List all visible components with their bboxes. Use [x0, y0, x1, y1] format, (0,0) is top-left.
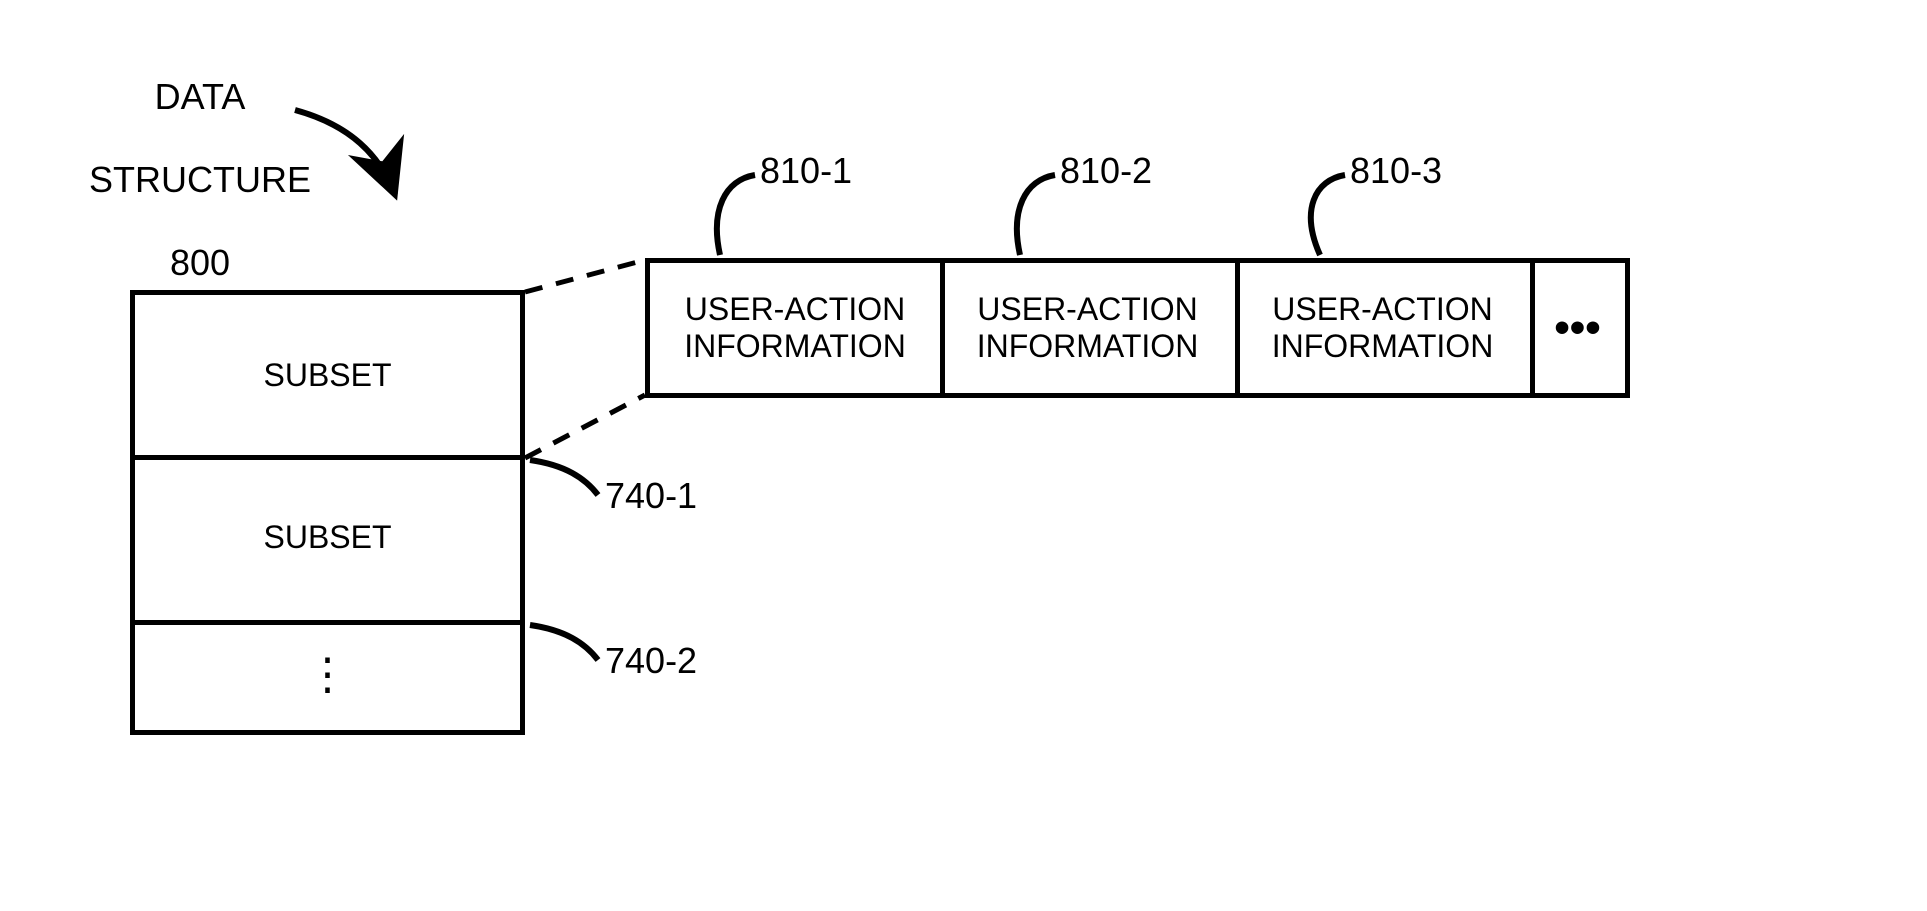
user-action-cell-1-label: USER-ACTION INFORMATION	[684, 291, 906, 365]
user-action-cell-more: •••	[1530, 258, 1630, 398]
title-line2: STRUCTURE	[89, 159, 311, 200]
user-action-cell-1: USER-ACTION INFORMATION	[645, 258, 945, 398]
subset-row-2: SUBSET	[130, 455, 525, 625]
leader-810-3	[1311, 175, 1345, 255]
leader-740-2	[530, 625, 598, 660]
leader-810-1	[717, 175, 755, 255]
title-line3: 800	[170, 242, 230, 283]
user-action-cell-2-label: USER-ACTION INFORMATION	[977, 291, 1199, 365]
title-label: DATA STRUCTURE 800	[40, 35, 320, 325]
user-action-cell-3-label: USER-ACTION INFORMATION	[1272, 291, 1494, 365]
diagram-stage: DATA STRUCTURE 800 SUBSET SUBSET ⋮ USER-…	[0, 0, 1927, 911]
leader-740-1	[530, 460, 598, 495]
ref-810-1: 810-1	[760, 150, 852, 191]
dashed-connector-top	[525, 260, 645, 292]
horizontal-ellipsis-icon: •••	[1554, 303, 1600, 354]
ref-740-1: 740-1	[605, 475, 697, 516]
subset-row-1-label: SUBSET	[263, 357, 391, 394]
dashed-connector-bottom	[525, 395, 645, 458]
vertical-ellipsis-icon: ⋮	[306, 650, 350, 701]
ref-810-2: 810-2	[1060, 150, 1152, 191]
user-action-cell-2: USER-ACTION INFORMATION	[940, 258, 1240, 398]
subset-row-1: SUBSET	[130, 290, 525, 460]
subset-row-2-label: SUBSET	[263, 519, 391, 556]
leader-810-2	[1017, 175, 1055, 255]
ref-740-2: 740-2	[605, 640, 697, 681]
subset-row-more: ⋮	[130, 620, 525, 735]
user-action-cell-3: USER-ACTION INFORMATION	[1235, 258, 1535, 398]
title-line1: DATA	[155, 76, 246, 117]
ref-810-3: 810-3	[1350, 150, 1442, 191]
